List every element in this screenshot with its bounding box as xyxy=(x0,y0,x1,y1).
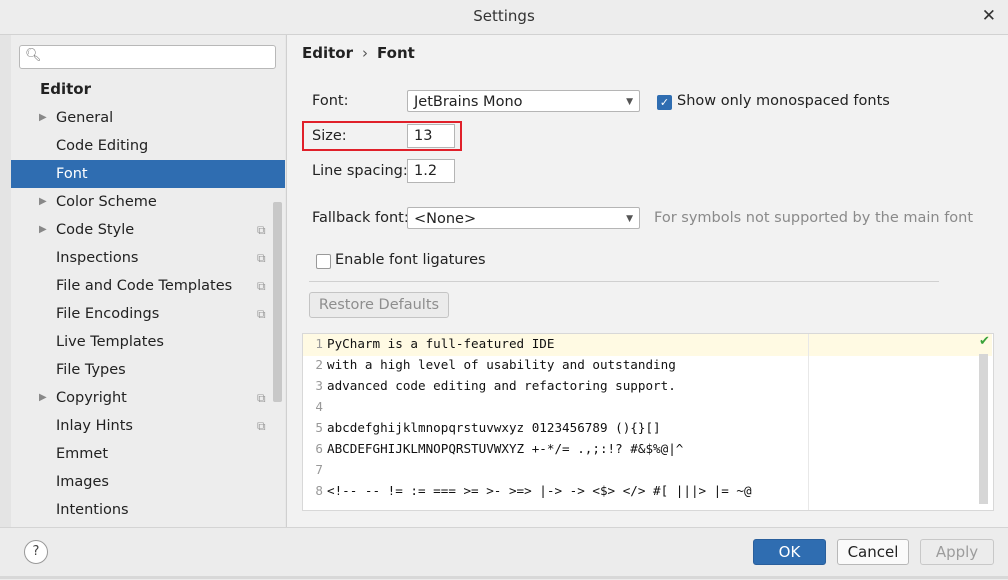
monospaced-checkbox[interactable]: ✓ xyxy=(657,95,672,110)
sidebar-item-label: Color Scheme xyxy=(56,194,157,210)
font-select-value: JetBrains Mono xyxy=(414,94,523,110)
sidebar-item-file-and-code-templates[interactable]: File and Code Templates ⧉ xyxy=(11,272,285,300)
expand-arrow-icon[interactable]: ▶ xyxy=(39,384,47,412)
sidebar-item-label: Inlay Hints xyxy=(56,418,133,434)
help-button[interactable]: ? xyxy=(24,540,48,564)
sidebar-item-inspections[interactable]: Inspections ⧉ xyxy=(11,244,285,272)
outer-left-strip xyxy=(0,35,11,579)
preview-code: advanced code editing and refactoring su… xyxy=(327,378,676,393)
dialog-button-bar: ? OK Cancel Apply xyxy=(0,527,1008,580)
sidebar-item-label: File Encodings xyxy=(56,306,160,322)
breadcrumb: Editor › Font xyxy=(302,44,415,62)
copy-settings-icon: ⧉ xyxy=(257,307,266,321)
line-number: 4 xyxy=(315,399,323,414)
preview-code: abcdefghijklmnopqrstuvwxyz 0123456789 ()… xyxy=(327,420,661,435)
breadcrumb-current: Font xyxy=(377,44,415,62)
sidebar-item-general[interactable]: ▶ General xyxy=(11,104,285,132)
line-number: 7 xyxy=(315,462,323,477)
copy-settings-icon: ⧉ xyxy=(257,279,266,293)
copy-settings-icon: ⧉ xyxy=(257,419,266,433)
preview-code: with a high level of usability and outst… xyxy=(327,357,676,372)
fallback-font-hint: For symbols not supported by the main fo… xyxy=(654,210,974,226)
sidebar-scrollbar[interactable] xyxy=(273,202,282,402)
preview-scrollbar[interactable] xyxy=(979,354,988,504)
separator xyxy=(309,281,939,282)
chevron-down-icon: ▼ xyxy=(626,97,633,107)
copy-settings-icon: ⧉ xyxy=(257,251,266,265)
sidebar-item-label: Inspections xyxy=(56,250,139,266)
chevron-down-icon: ▼ xyxy=(626,214,633,224)
apply-button[interactable]: Apply xyxy=(920,539,994,565)
breadcrumb-parent[interactable]: Editor xyxy=(302,44,353,62)
fallback-font-value: <None> xyxy=(414,211,477,227)
sidebar-item-label: Font xyxy=(56,166,88,182)
search-icon: 🔍︎ xyxy=(25,48,42,63)
breadcrumb-separator: › xyxy=(362,44,368,62)
ligatures-label[interactable]: Enable font ligatures xyxy=(335,252,486,268)
sidebar-item-live-templates[interactable]: Live Templates xyxy=(11,328,285,356)
ligatures-checkbox[interactable] xyxy=(316,254,331,269)
sidebar-item-label: Code Editing xyxy=(56,138,149,154)
sidebar-item-label: Emmet xyxy=(56,446,109,462)
sidebar-item-code-editing[interactable]: Code Editing xyxy=(11,132,285,160)
close-icon[interactable]: ✕ xyxy=(982,6,996,26)
font-settings-panel: Editor › Font Font: JetBrains Mono ▼ ✓ Sho… xyxy=(286,35,1008,527)
preview-code: <!-- -- != := === >= >- >=> |-> -> <$> <… xyxy=(327,483,752,498)
expand-arrow-icon[interactable]: ▶ xyxy=(39,216,47,244)
right-margin-line xyxy=(808,334,809,510)
sidebar-item-label: Copyright xyxy=(56,390,127,406)
title-bar: Settings ✕ xyxy=(0,0,1008,35)
copy-settings-icon: ⧉ xyxy=(257,223,266,237)
font-preview[interactable]: 1 PyCharm is a full-featured IDE 2 with … xyxy=(302,333,994,511)
line-number: 1 xyxy=(315,336,323,351)
font-select[interactable]: JetBrains Mono ▼ xyxy=(407,90,640,112)
sidebar-item-label: Images xyxy=(56,474,109,490)
fallback-font-select[interactable]: <None> ▼ xyxy=(407,207,640,229)
line-number: 6 xyxy=(315,441,323,456)
search-input[interactable] xyxy=(44,47,273,67)
expand-arrow-icon[interactable]: ▶ xyxy=(39,188,47,216)
sidebar-item-label: Intentions xyxy=(56,502,129,518)
sidebar-item-color-scheme[interactable]: ▶ Color Scheme xyxy=(11,188,285,216)
size-field[interactable]: 13 xyxy=(407,124,455,148)
font-label: Font: xyxy=(312,93,349,109)
sidebar-item-intentions[interactable]: Intentions xyxy=(11,496,285,524)
size-label: Size: xyxy=(312,128,347,144)
sidebar-item-copyright[interactable]: ▶ Copyright ⧉ xyxy=(11,384,285,412)
line-number: 2 xyxy=(315,357,323,372)
line-number: 5 xyxy=(315,420,323,435)
sidebar-item-label: General xyxy=(56,110,114,126)
sidebar-group-editor[interactable]: Editor xyxy=(40,80,91,98)
preview-code: PyCharm is a full-featured IDE xyxy=(327,336,555,351)
line-number: 3 xyxy=(315,378,323,393)
monospaced-label[interactable]: Show only monospaced fonts xyxy=(677,93,890,109)
preview-code: ABCDEFGHIJKLMNOPQRSTUVWXYZ +-*/= .,;:!? … xyxy=(327,441,684,456)
sidebar-item-inlay-hints[interactable]: Inlay Hints ⧉ xyxy=(11,412,285,440)
expand-arrow-icon[interactable]: ▶ xyxy=(39,104,47,132)
sidebar-item-label: File and Code Templates xyxy=(56,278,233,294)
line-number: 8 xyxy=(315,483,323,498)
settings-sidebar: 🔍︎ Editor ▶ General Code Editing Font ▶ … xyxy=(11,35,285,527)
sidebar-item-label: File Types xyxy=(56,362,126,378)
line-spacing-label: Line spacing: xyxy=(312,163,408,179)
ok-button[interactable]: OK xyxy=(753,539,826,565)
sidebar-item-label: Live Templates xyxy=(56,334,164,350)
sidebar-item-file-types[interactable]: File Types xyxy=(11,356,285,384)
sidebar-item-file-encodings[interactable]: File Encodings ⧉ xyxy=(11,300,285,328)
cancel-button[interactable]: Cancel xyxy=(837,539,909,565)
window-title: Settings xyxy=(473,7,535,25)
line-spacing-field[interactable]: 1.2 xyxy=(407,159,455,183)
restore-defaults-button[interactable]: Restore Defaults xyxy=(309,292,449,318)
sidebar-item-font[interactable]: Font xyxy=(11,160,285,188)
checkmark-icon: ✔ xyxy=(979,334,990,349)
sidebar-item-emmet[interactable]: Emmet xyxy=(11,440,285,468)
sidebar-item-images[interactable]: Images xyxy=(11,468,285,496)
fallback-font-label: Fallback font: xyxy=(312,210,409,226)
sidebar-item-code-style[interactable]: ▶ Code Style ⧉ xyxy=(11,216,285,244)
copy-settings-icon: ⧉ xyxy=(257,391,266,405)
search-box[interactable]: 🔍︎ xyxy=(19,45,276,69)
sidebar-item-label: Code Style xyxy=(56,222,135,238)
